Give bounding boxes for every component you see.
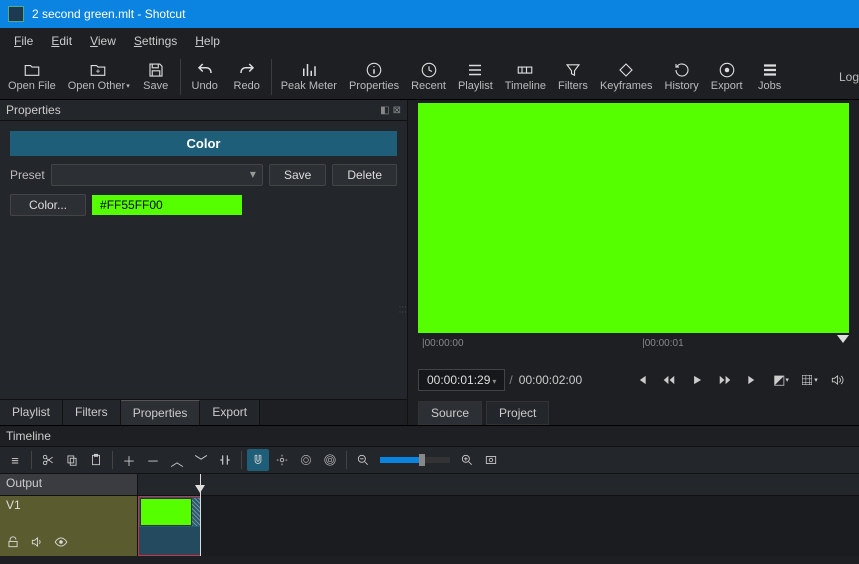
clip-edge-icon	[192, 498, 200, 526]
timeline-tracks[interactable]	[138, 474, 859, 556]
volume-button[interactable]	[825, 369, 849, 391]
jobs-button[interactable]: Jobs	[749, 59, 791, 94]
rewind-button[interactable]	[657, 369, 681, 391]
keyframes-button[interactable]: Keyframes	[594, 59, 659, 94]
lift-button[interactable]: ︿	[166, 449, 188, 471]
panel-float-icon[interactable]: ◧	[380, 105, 389, 116]
append-button[interactable]: ＋	[118, 449, 140, 471]
app-icon	[8, 6, 24, 22]
playlist-button[interactable]: Playlist	[452, 59, 499, 94]
window-title: 2 second green.mlt - Shotcut	[32, 7, 185, 21]
preview-ruler[interactable]: |00:00:00 |00:00:01	[418, 335, 849, 363]
copy-button[interactable]	[61, 449, 83, 471]
toolbar-separator	[180, 59, 181, 95]
timeline-header: Timeline	[0, 426, 859, 446]
toolbar-separator	[271, 59, 272, 95]
clip-green-color[interactable]	[138, 496, 201, 556]
timeline-button[interactable]: Timeline	[499, 59, 552, 94]
split-button[interactable]	[214, 449, 236, 471]
ripple-button[interactable]	[295, 449, 317, 471]
timeline-menu-button[interactable]: ≡	[4, 449, 26, 471]
history-button[interactable]: History	[659, 59, 705, 94]
preset-label: Preset	[10, 168, 45, 182]
menu-help[interactable]: Help	[187, 31, 228, 51]
open-file-button[interactable]: Open File	[2, 59, 62, 94]
preview-playhead-icon[interactable]	[837, 335, 849, 363]
duration-label: 00:00:02:00	[519, 373, 582, 387]
tab-project[interactable]: Project	[486, 401, 549, 425]
main-toolbar: Open File Open Other▾ Save Undo Redo Pea…	[0, 54, 859, 100]
track-hide-icon[interactable]	[54, 535, 68, 552]
output-track-header[interactable]: Output	[0, 474, 137, 496]
scrub-button[interactable]	[271, 449, 293, 471]
track-v1-header[interactable]: V1	[0, 496, 137, 556]
preview-panel: |00:00:00 |00:00:01 00:00:01:29▾ / 00:00…	[408, 100, 859, 425]
tab-export[interactable]: Export	[200, 400, 260, 425]
redo-button[interactable]: Redo	[226, 59, 268, 94]
track-headers: Output V1	[0, 474, 138, 556]
fast-forward-button[interactable]	[713, 369, 737, 391]
titlebar: 2 second green.mlt - Shotcut	[0, 0, 859, 28]
source-type-title: Color	[10, 131, 397, 156]
log-button-cutoff[interactable]: Log	[839, 70, 859, 84]
zoom-fit-button[interactable]	[480, 449, 502, 471]
properties-panel: Properties ◧ ⊠ Color Preset Save Delete …	[0, 100, 408, 425]
paste-button[interactable]	[85, 449, 107, 471]
properties-button[interactable]: Properties	[343, 59, 405, 94]
zoom-out-button[interactable]	[352, 449, 374, 471]
menu-settings[interactable]: Settings	[126, 31, 185, 51]
peak-meter-button[interactable]: Peak Meter	[275, 59, 343, 94]
properties-header: Properties ◧ ⊠	[0, 100, 407, 121]
properties-panel-tabs: Playlist Filters Properties Export	[0, 399, 407, 425]
tab-playlist[interactable]: Playlist	[0, 400, 63, 425]
filters-button[interactable]: Filters	[552, 59, 594, 94]
skip-next-button[interactable]	[741, 369, 765, 391]
tab-properties[interactable]: Properties	[121, 400, 201, 425]
cut-button[interactable]	[37, 449, 59, 471]
preset-save-button[interactable]: Save	[269, 164, 326, 186]
tab-source[interactable]: Source	[418, 401, 482, 425]
track-lock-icon[interactable]	[6, 535, 20, 552]
color-picker-button[interactable]: Color...	[10, 194, 86, 216]
dropdown-arrow-icon: ▾	[126, 83, 130, 90]
save-button[interactable]: Save	[135, 59, 177, 94]
color-value-field[interactable]: #FF55FF00	[92, 195, 242, 215]
preview-content	[418, 103, 849, 333]
track-v1-lane[interactable]	[138, 496, 859, 556]
timecode-field[interactable]: 00:00:01:29▾	[418, 369, 505, 391]
ripple-all-button[interactable]	[319, 449, 341, 471]
zoom-slider[interactable]	[380, 457, 450, 463]
menu-edit[interactable]: Edit	[43, 31, 80, 51]
preview-viewport[interactable]	[418, 103, 849, 333]
export-button[interactable]: Export	[705, 59, 749, 94]
zoom-in-button[interactable]	[456, 449, 478, 471]
track-mute-icon[interactable]	[30, 535, 44, 552]
menubar: File Edit View Settings Help	[0, 28, 859, 54]
overwrite-button[interactable]: ﹀	[190, 449, 212, 471]
tab-filters[interactable]: Filters	[63, 400, 121, 425]
open-other-button[interactable]: Open Other▾	[62, 59, 135, 94]
play-button[interactable]	[685, 369, 709, 391]
timeline-panel: Timeline ≡ ＋ － ︿ ﹀ Output V1	[0, 425, 859, 560]
menu-file[interactable]: File	[6, 31, 41, 51]
preset-delete-button[interactable]: Delete	[332, 164, 397, 186]
timeline-toolbar: ≡ ＋ － ︿ ﹀	[0, 446, 859, 474]
snap-button[interactable]	[247, 449, 269, 471]
preset-dropdown[interactable]	[51, 164, 263, 186]
zoom-mode-button[interactable]: ◩▾	[769, 369, 793, 391]
timeline-ruler[interactable]	[138, 474, 859, 496]
recent-button[interactable]: Recent	[405, 59, 452, 94]
duration-separator: /	[509, 373, 512, 387]
clip-thumbnail	[140, 498, 192, 526]
transport-bar: 00:00:01:29▾ / 00:00:02:00 ◩▾ ▾	[418, 365, 849, 395]
undo-button[interactable]: Undo	[184, 59, 226, 94]
panel-close-icon[interactable]: ⊠	[393, 105, 401, 116]
clip-waveform	[139, 527, 200, 555]
grid-button[interactable]: ▾	[797, 369, 821, 391]
remove-button[interactable]: －	[142, 449, 164, 471]
timeline-playhead[interactable]	[200, 474, 201, 556]
menu-view[interactable]: View	[82, 31, 124, 51]
skip-prev-button[interactable]	[629, 369, 653, 391]
panel-resize-handle[interactable]: ⋮⋮	[398, 303, 407, 313]
